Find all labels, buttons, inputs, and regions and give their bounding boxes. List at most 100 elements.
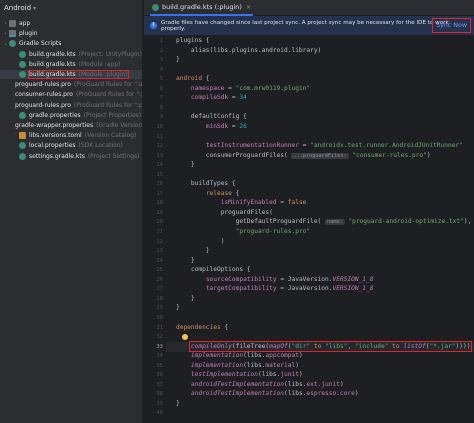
code-token: = xyxy=(298,142,311,150)
tree-item[interactable]: proguard-rules.pro (ProGuard Rules for ":… xyxy=(0,101,142,110)
code-token: { xyxy=(231,189,240,197)
gradle-file-icon xyxy=(152,3,159,11)
code-line: minSdk = 26 xyxy=(176,122,247,132)
code-token: = xyxy=(228,122,240,130)
line-number: 35 xyxy=(156,362,163,369)
code-token: } xyxy=(176,56,180,64)
tree-item[interactable]: ⌄ Gradle Scripts xyxy=(0,39,142,48)
tree-item-label: build.gradle.kts xyxy=(29,71,76,78)
tab-build-gradle-plugin[interactable]: build.gradle.kts (:plugin) × xyxy=(150,0,253,16)
tree-item[interactable]: consumer-rules.pro (ProGuard Rules for ":… xyxy=(0,90,142,99)
code-line: implementation(libs.material) xyxy=(176,361,299,371)
tree-item[interactable]: build.gradle.kts (Project: UnityPlugin) xyxy=(0,50,142,59)
line-number: 11 xyxy=(156,133,163,140)
code-token: to xyxy=(392,342,400,350)
sync-now-link[interactable]: Sync Now xyxy=(432,18,471,33)
line-number: 13 xyxy=(156,152,163,159)
tree-item-label: local.properties xyxy=(29,142,76,150)
code-token: android xyxy=(176,75,203,83)
module-icon xyxy=(9,30,16,38)
tree-item-label: consumer-rules.pro xyxy=(15,91,73,99)
tree-item-label: app xyxy=(19,20,31,27)
line-number: 31 xyxy=(156,324,163,331)
code-token: testImplementation xyxy=(190,371,258,379)
code-token: implementation xyxy=(190,361,244,369)
tree-item-label: proguard-rules.pro xyxy=(15,101,71,109)
tree-item[interactable]: gradle-wrapper.properties (Gradle Version… xyxy=(0,121,142,130)
tree-item[interactable]: › app xyxy=(0,19,142,28)
chevron-right-icon[interactable]: › xyxy=(2,21,9,27)
code-token: androidTestImplementation xyxy=(190,390,285,398)
code-line: testInstrumentationRunner = "androidx.te… xyxy=(176,141,463,151)
code-line: consumerProguardFiles( ...proguardFiles:… xyxy=(176,151,431,161)
tree-item-label: gradle.properties xyxy=(29,111,81,119)
code-token: implementation xyxy=(190,352,244,360)
line-number: 32 xyxy=(156,334,163,341)
line-number: 19 xyxy=(156,209,163,216)
line-number: 20 xyxy=(156,219,163,226)
code-token: proguardFiles( xyxy=(176,208,273,216)
code-token: sourceCompatibility xyxy=(205,275,277,283)
chevron-down-icon[interactable]: ▾ xyxy=(33,5,36,12)
tree-item[interactable]: proguard-rules.pro (ProGuard Rules for ":… xyxy=(0,80,142,89)
tree-item[interactable]: › plugin xyxy=(0,29,142,38)
code-line: release { xyxy=(176,189,240,199)
tree-item[interactable]: gradle.properties (Project Properties) xyxy=(0,111,142,120)
code-line: namespace = "com.mrw0119.plugin" xyxy=(176,84,310,94)
code-line: getDefaultProguardFile( name: "proguard-… xyxy=(176,217,471,227)
line-number: 25 xyxy=(156,267,163,274)
code-token: (fileTree( xyxy=(231,342,270,350)
gradle-icon xyxy=(19,142,26,150)
code-token: ) xyxy=(176,237,225,245)
code-token: "proguard-rules.pro" xyxy=(235,228,311,235)
code-token: buildTypes { xyxy=(176,180,236,188)
line-number: 23 xyxy=(156,248,163,255)
code-token: ) xyxy=(354,390,359,398)
gradle-icon xyxy=(19,111,26,119)
close-tab-icon[interactable]: × xyxy=(246,4,251,11)
code-token: )))) xyxy=(455,342,471,350)
code-token: = xyxy=(228,94,240,102)
tree-item[interactable]: build.gradle.kts (Module :plugin) xyxy=(0,70,142,79)
gradle-icon xyxy=(19,71,26,78)
project-view-selector[interactable]: Android ▾ xyxy=(0,0,142,16)
editor-tab-bar: build.gradle.kts (:plugin) × xyxy=(144,0,474,16)
line-number: 36 xyxy=(156,372,163,379)
tree-item-description: (Project: UnityPlugin) xyxy=(78,50,142,58)
code-token: false xyxy=(287,199,307,207)
code-token: } xyxy=(176,256,195,264)
code-token: androidTestImplementation xyxy=(190,380,285,388)
tab-label: build.gradle.kts (:plugin) xyxy=(162,3,242,11)
code-line: } xyxy=(176,294,195,304)
code-editor[interactable]: 1 2 3 4 5 6 7 8 9 10 11 12 13 14 15 16 17 18 19 20 21 22 23 24 2… xyxy=(144,35,474,423)
code-token: (libs. xyxy=(243,352,266,360)
tree-item-description: (Module :plugin) xyxy=(78,71,128,78)
line-number: 12 xyxy=(156,143,163,150)
code-line: testImplementation(libs.junit) xyxy=(176,370,303,380)
tree-item[interactable]: libs.versions.toml (Version Catalog) xyxy=(0,131,142,140)
tree-item[interactable]: settings.gradle.kts (Project Settings) xyxy=(0,152,142,161)
line-number: 22 xyxy=(156,238,163,245)
code-token: mapOf xyxy=(269,342,288,350)
tree-item[interactable]: build.gradle.kts (Module :app) xyxy=(0,60,142,69)
line-number: 33 xyxy=(156,343,163,350)
code-line: android { xyxy=(176,74,210,84)
line-number: 28 xyxy=(156,295,163,302)
line-number: 16 xyxy=(156,181,163,188)
chevron-down-icon[interactable]: ⌄ xyxy=(2,41,9,47)
line-number: 9 xyxy=(159,114,163,121)
code-line: androidTestImplementation(libs.espresso.… xyxy=(176,389,359,399)
tree-item-text: settings.gradle.kts (Project Settings) xyxy=(29,153,140,160)
lightbulb-icon[interactable] xyxy=(182,334,188,341)
code-line: buildTypes { xyxy=(176,179,236,189)
highlighted-dependency: compileOnly(fileTree(mapOf("dir" to "lib… xyxy=(188,340,473,352)
tree-item[interactable]: local.properties (SDK Location) xyxy=(0,141,142,150)
code-token: (libs. xyxy=(284,390,307,398)
chevron-right-icon[interactable]: › xyxy=(2,31,9,37)
code-line: proguardFiles( xyxy=(176,208,273,218)
